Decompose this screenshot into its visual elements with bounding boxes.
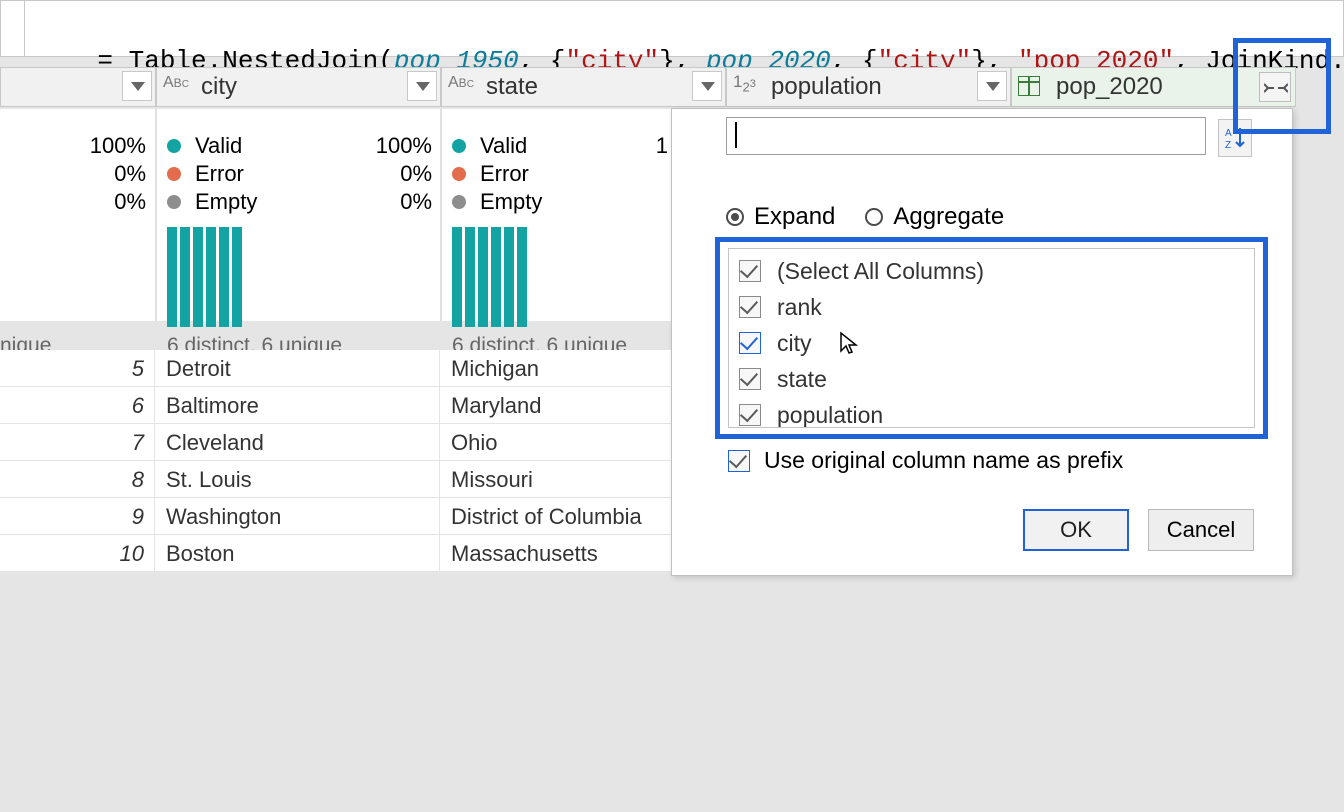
cell-rank: 9 bbox=[0, 498, 155, 535]
text-caret-icon bbox=[735, 122, 737, 148]
select-all-label: (Select All Columns) bbox=[777, 258, 984, 285]
column-header-rank[interactable] bbox=[0, 67, 156, 107]
col-label-city: city bbox=[777, 330, 812, 357]
checkbox-state[interactable]: state bbox=[739, 361, 1244, 397]
table-row[interactable]: 9 Washington District of Columbia bbox=[0, 498, 726, 535]
checkbox-rank[interactable]: rank bbox=[739, 289, 1244, 325]
checkbox-city[interactable]: city bbox=[739, 325, 1244, 361]
checkbox-select-all[interactable]: (Select All Columns) bbox=[739, 253, 1244, 289]
cell-city: Baltimore bbox=[156, 387, 440, 424]
cell-city: Washington bbox=[156, 498, 440, 535]
table-row[interactable]: 10 Boston Massachusetts bbox=[0, 535, 726, 572]
profile-partial-rank: 100% 0% 0% nique bbox=[0, 109, 156, 321]
column-list: (Select All Columns) rank city state pop… bbox=[728, 248, 1255, 428]
svg-text:Z: Z bbox=[1225, 140, 1231, 150]
empty-dot-icon bbox=[452, 195, 466, 209]
cell-rank: 10 bbox=[0, 535, 155, 572]
cell-state: Ohio bbox=[441, 424, 670, 461]
cell-state: Maryland bbox=[441, 387, 670, 424]
radio-aggregate[interactable]: Aggregate bbox=[865, 203, 1004, 231]
fx-box bbox=[1, 1, 25, 56]
column-name-state: state bbox=[486, 73, 538, 101]
profile-city: Valid Error Empty 100% 0% 0% 6 distinct,… bbox=[156, 109, 441, 321]
checkbox-icon bbox=[728, 450, 750, 472]
filter-dropdown-icon[interactable] bbox=[407, 71, 437, 101]
valid-pct: 100% bbox=[157, 133, 432, 159]
radio-expand[interactable]: Expand bbox=[726, 203, 835, 231]
valid-pct-partial: 1 bbox=[648, 133, 668, 159]
empty-label: Empty bbox=[480, 189, 542, 215]
search-input[interactable] bbox=[726, 117, 1206, 155]
table-row[interactable]: 8 St. Louis Missouri bbox=[0, 461, 726, 498]
mode-radio-group: Expand Aggregate bbox=[726, 203, 1004, 231]
table-row[interactable]: 7 Cleveland Ohio bbox=[0, 424, 726, 461]
ok-label: OK bbox=[1060, 517, 1092, 543]
sparkbars-icon bbox=[167, 219, 242, 327]
checkbox-icon bbox=[739, 332, 761, 354]
table-row[interactable]: 6 Baltimore Maryland bbox=[0, 387, 726, 424]
cell-rank: 8 bbox=[0, 461, 155, 498]
cell-state: Massachusetts bbox=[441, 535, 670, 572]
expand-columns-popup: A Z Expand Aggregate (Select All Columns… bbox=[671, 108, 1293, 576]
empty-pct: 0% bbox=[0, 189, 146, 215]
formula-bar: = Table.NestedJoin(pop_1950, {"city"}, p… bbox=[0, 0, 1344, 57]
error-label: Error bbox=[480, 161, 529, 187]
radio-aggregate-label: Aggregate bbox=[893, 203, 1004, 231]
sparkbars-icon bbox=[452, 219, 527, 327]
column-list-highlight: (Select All Columns) rank city state pop… bbox=[715, 237, 1268, 439]
checkbox-icon bbox=[739, 368, 761, 390]
cell-state: Missouri bbox=[441, 461, 670, 498]
column-header-city[interactable]: ABC city bbox=[156, 67, 441, 107]
table-icon bbox=[1018, 76, 1040, 101]
column-name-pop2020: pop_2020 bbox=[1056, 73, 1163, 101]
cell-rank: 6 bbox=[0, 387, 155, 424]
filter-dropdown-icon[interactable] bbox=[692, 71, 722, 101]
svg-text:A: A bbox=[1225, 128, 1232, 139]
cell-city: St. Louis bbox=[156, 461, 440, 498]
cell-city: Cleveland bbox=[156, 424, 440, 461]
radio-expand-label: Expand bbox=[754, 203, 835, 231]
valid-pct: 100% bbox=[0, 133, 146, 159]
error-dot-icon bbox=[452, 167, 466, 181]
column-name-population: population bbox=[771, 73, 882, 101]
cell-city: Detroit bbox=[156, 350, 440, 387]
cancel-label: Cancel bbox=[1167, 517, 1235, 543]
radio-icon bbox=[726, 208, 744, 226]
valid-dot-icon bbox=[452, 139, 466, 153]
col-label-rank: rank bbox=[777, 294, 822, 321]
table-row[interactable]: 5 Detroit Michigan bbox=[0, 350, 726, 387]
error-pct: 0% bbox=[0, 161, 146, 187]
column-header-state[interactable]: ABC state bbox=[441, 67, 726, 107]
column-header-population[interactable]: 123 population bbox=[726, 67, 1011, 107]
ok-button[interactable]: OK bbox=[1023, 509, 1129, 551]
cell-state: Michigan bbox=[441, 350, 670, 387]
column-name-city: city bbox=[201, 73, 237, 101]
filter-dropdown-icon[interactable] bbox=[122, 71, 152, 101]
checkbox-use-prefix[interactable]: Use original column name as prefix bbox=[728, 447, 1123, 474]
checkbox-icon bbox=[739, 404, 761, 426]
cell-rank: 7 bbox=[0, 424, 155, 461]
cell-state: District of Columbia bbox=[441, 498, 670, 535]
col-label-population: population bbox=[777, 402, 883, 429]
radio-icon bbox=[865, 208, 883, 226]
checkbox-icon bbox=[739, 296, 761, 318]
annotation-box bbox=[1233, 38, 1331, 134]
cancel-button[interactable]: Cancel bbox=[1148, 509, 1254, 551]
prefix-label: Use original column name as prefix bbox=[764, 447, 1123, 474]
checkbox-icon bbox=[739, 260, 761, 282]
error-pct: 0% bbox=[157, 161, 432, 187]
empty-pct: 0% bbox=[157, 189, 432, 215]
col-label-state: state bbox=[777, 366, 827, 393]
checkbox-population[interactable]: population bbox=[739, 397, 1244, 428]
cell-rank: 5 bbox=[0, 350, 155, 387]
cell-city: Boston bbox=[156, 535, 440, 572]
valid-label: Valid bbox=[480, 133, 527, 159]
filter-dropdown-icon[interactable] bbox=[977, 71, 1007, 101]
